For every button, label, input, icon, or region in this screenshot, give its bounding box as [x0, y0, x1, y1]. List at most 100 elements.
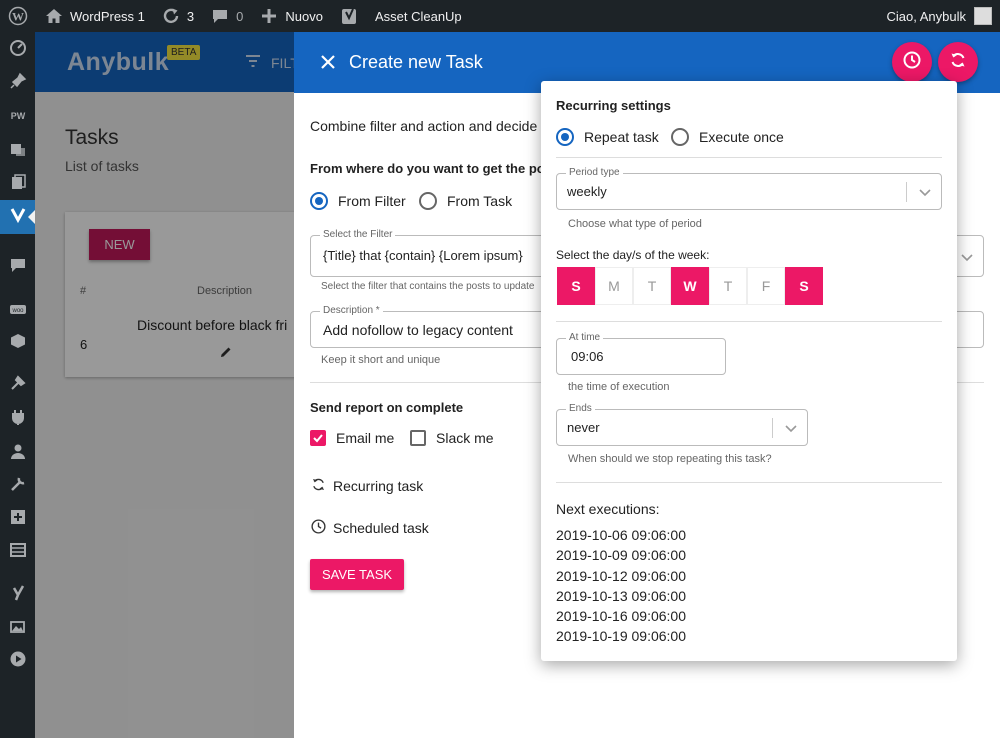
radio-button-checked[interactable]	[556, 128, 574, 146]
checkbox-unchecked[interactable]	[410, 430, 426, 446]
new-content-link[interactable]: Nuovo	[251, 0, 331, 32]
save-task-button[interactable]: SAVE TASK	[310, 559, 404, 590]
next-execution-item: 2019-10-19 09:06:00	[556, 628, 686, 645]
wp-menu-item[interactable]	[0, 502, 35, 536]
clock-icon	[902, 50, 922, 75]
asset-cleanup-label: Asset CleanUp	[374, 8, 462, 24]
wp-menu-item[interactable]	[0, 368, 35, 402]
time-field[interactable]: At time 09:06	[556, 332, 726, 375]
pages-icon	[9, 173, 27, 196]
wp-menu-item[interactable]	[0, 32, 35, 66]
checkbox-checked[interactable]	[310, 430, 326, 446]
source-question: From where do you want to get the post	[310, 161, 557, 176]
wp-admin-menu: PW woo	[0, 32, 35, 738]
filter-select-label: Select the Filter	[320, 229, 396, 240]
wp-menu-item[interactable]	[0, 250, 35, 284]
recurring-task-link[interactable]: Recurring task	[310, 476, 423, 496]
next-execution-item: 2019-10-16 09:06:00	[556, 608, 686, 625]
site-name: WordPress 1	[70, 8, 145, 24]
weekday-toggle[interactable]: M	[595, 267, 633, 305]
svg-text:woo: woo	[11, 308, 24, 314]
sync-icon	[310, 476, 327, 496]
weekday-toggle[interactable]: T	[709, 267, 747, 305]
report-title: Send report on complete	[310, 400, 464, 415]
wp-menu-item[interactable]: PW	[0, 100, 35, 134]
comment-icon	[210, 6, 230, 26]
next-executions-list: 2019-10-06 09:06:00 2019-10-09 09:06:00 20…	[556, 525, 686, 647]
woo-icon: woo	[9, 300, 27, 323]
ends-select[interactable]: Ends never	[556, 403, 808, 446]
radio-label-from-filter: From Filter	[338, 193, 406, 209]
checkbox-email-me[interactable]: Email me	[310, 430, 394, 446]
wp-menu-item[interactable]	[0, 644, 35, 678]
home-icon	[44, 6, 64, 26]
weekday-toggle[interactable]: W	[671, 267, 709, 305]
avatar	[974, 7, 992, 25]
pw-icon: PW	[9, 106, 27, 129]
updates-link[interactable]: 3	[153, 0, 202, 32]
scheduled-task-link[interactable]: Scheduled task	[310, 518, 429, 538]
greeting: Ciao, Anybulk	[886, 8, 967, 24]
filter-hint: Select the filter that contains the post…	[321, 281, 535, 292]
filter-select-value: {Title} that {contain} {Lorem ipsum}	[323, 248, 523, 263]
period-hint: Choose what type of period	[568, 218, 702, 230]
wp-menu-item[interactable]	[0, 436, 35, 470]
users-icon	[9, 442, 27, 465]
checkbox-slack-me[interactable]: Slack me	[410, 430, 494, 446]
sync-icon	[948, 50, 968, 75]
next-executions-title: Next executions:	[556, 501, 660, 517]
divider	[556, 482, 942, 483]
radio-from-filter[interactable]: From Filter	[310, 192, 406, 210]
plugins-icon	[9, 408, 27, 431]
period-type-select[interactable]: Period type weekly	[556, 167, 942, 210]
radio-from-task[interactable]: From Task	[419, 192, 512, 210]
divider	[556, 157, 942, 158]
wp-menu-item[interactable]	[0, 578, 35, 612]
recurring-settings-popover: Recurring settings Repeat task Execute o…	[541, 81, 957, 661]
site-name-link[interactable]: WordPress 1	[36, 0, 153, 32]
weekday-toggle[interactable]: T	[633, 267, 671, 305]
wp-logo-button[interactable]: W	[0, 0, 36, 32]
radio-button-unchecked[interactable]	[671, 128, 689, 146]
yoast-icon	[339, 6, 359, 26]
description-field-label: Description *	[320, 305, 383, 316]
scheduled-button[interactable]	[892, 42, 932, 82]
gallery-icon	[9, 618, 27, 641]
wp-menu-item[interactable]	[0, 167, 35, 201]
radio-button-unchecked[interactable]	[419, 192, 437, 210]
radio-execute-once[interactable]: Execute once	[671, 128, 784, 146]
radio-repeat-task[interactable]: Repeat task	[556, 128, 659, 146]
wp-menu-item[interactable]	[0, 402, 35, 436]
asset-cleanup-link[interactable]: Asset CleanUp	[367, 0, 470, 32]
days-label: Select the day/s of the week:	[556, 248, 710, 262]
weekday-toggle[interactable]: F	[747, 267, 785, 305]
play-icon	[9, 650, 27, 673]
period-type-value: weekly	[567, 184, 607, 199]
my-account[interactable]: Ciao, Anybulk	[887, 7, 1000, 25]
refresh-icon	[161, 6, 181, 26]
clock-icon	[310, 518, 327, 538]
plus-icon	[259, 6, 279, 26]
wp-menu-item[interactable]	[0, 535, 35, 569]
wp-menu-item[interactable]	[0, 66, 35, 100]
wp-menu-item[interactable]	[0, 326, 35, 360]
wp-menu-item[interactable]	[0, 134, 35, 168]
wp-menu-item[interactable]	[0, 200, 35, 234]
media-icon	[9, 140, 27, 163]
yoast-link[interactable]	[331, 0, 367, 32]
scheduled-task-label: Scheduled task	[333, 520, 429, 536]
wp-menu-item[interactable]	[0, 469, 35, 503]
close-icon[interactable]	[318, 52, 338, 72]
divider	[556, 321, 942, 322]
comments-link[interactable]: 0	[202, 0, 251, 32]
recurring-button[interactable]	[938, 42, 978, 82]
radio-button-checked[interactable]	[310, 192, 328, 210]
weekday-toggle[interactable]: S	[557, 267, 595, 305]
weekday-toggle[interactable]: S	[785, 267, 823, 305]
new-label: Nuovo	[285, 8, 323, 24]
wp-menu-item[interactable]	[0, 612, 35, 646]
period-type-label: Period type	[566, 167, 623, 178]
dialog-title: Create new Task	[349, 52, 483, 72]
wp-menu-item[interactable]: woo	[0, 294, 35, 328]
recurring-settings-title: Recurring settings	[556, 98, 671, 113]
